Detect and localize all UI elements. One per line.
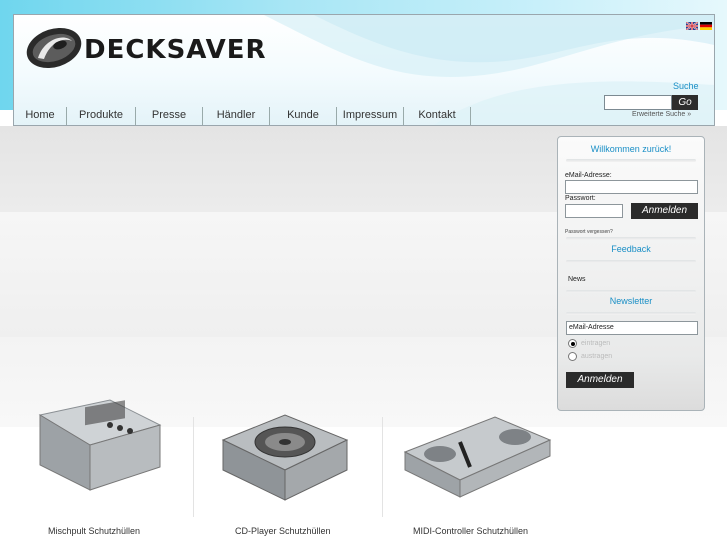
brand-name[interactable]: DECKSAVER: [84, 35, 267, 65]
product-divider: [193, 417, 194, 517]
divider: [566, 237, 696, 240]
newsletter-unsubscribe-label: austragen: [581, 353, 613, 360]
forgot-password-link[interactable]: Passwort vergessen?: [565, 229, 613, 235]
nav-home[interactable]: Home: [14, 107, 67, 125]
login-submit-button[interactable]: Anmelden: [631, 203, 698, 219]
newsletter-unsubscribe-radio[interactable]: [568, 352, 577, 361]
cdplayer-cover-image[interactable]: [215, 410, 355, 505]
login-title: Willkommen zurück!: [590, 144, 672, 154]
nav-impressum[interactable]: Impressum: [337, 107, 404, 125]
divider: [566, 260, 696, 263]
nav-kontakt[interactable]: Kontakt: [404, 107, 471, 125]
login-email-input[interactable]: [565, 180, 698, 194]
mixer-cover-image[interactable]: [30, 395, 170, 495]
newsletter-subscribe-radio[interactable]: [568, 339, 577, 348]
sidebar-panel: Willkommen zurück! eMail-Adresse: Passwo…: [557, 136, 705, 411]
newsletter-subscribe-label: eintragen: [581, 340, 611, 347]
divider: [566, 312, 696, 315]
nav-presse[interactable]: Presse: [136, 107, 203, 125]
product-divider: [382, 417, 383, 517]
newsletter-submit-button[interactable]: Anmelden: [566, 372, 634, 388]
product-label-mixer[interactable]: Mischpult Schutzhüllen: [48, 526, 140, 536]
nav-kunde[interactable]: Kunde: [270, 107, 337, 125]
search-input[interactable]: [604, 95, 672, 110]
main-nav: Home Produkte Presse Händler Kunde Impre…: [14, 107, 471, 125]
divider: [566, 159, 696, 162]
advanced-search-link[interactable]: Erweiterte Suche »: [632, 111, 691, 118]
news-link[interactable]: News: [568, 276, 586, 283]
newsletter-title: Newsletter: [609, 296, 653, 306]
feedback-title[interactable]: Feedback: [558, 244, 704, 254]
midi-controller-cover-image[interactable]: [400, 412, 555, 500]
nav-haendler[interactable]: Händler: [203, 107, 270, 125]
search-go-button[interactable]: Go: [672, 95, 698, 110]
newsletter-email-input[interactable]: eMail-Adresse: [566, 321, 698, 335]
login-email-label: eMail-Adresse:: [565, 172, 612, 179]
login-password-label: Passwort:: [565, 195, 596, 202]
login-password-input[interactable]: [565, 204, 623, 218]
decksaver-logo-icon[interactable]: [24, 25, 84, 71]
language-switcher: [686, 22, 712, 30]
nav-produkte[interactable]: Produkte: [67, 107, 136, 125]
product-label-cdplayer[interactable]: CD-Player Schutzhüllen: [235, 526, 331, 536]
german-flag-icon[interactable]: [700, 22, 712, 30]
site-header: DECKSAVER Suche Go Erweiterte Suche » Ho…: [13, 14, 715, 126]
divider: [566, 290, 696, 293]
search-label: Suche: [673, 81, 699, 91]
product-label-midi[interactable]: MIDI-Controller Schutzhüllen: [413, 526, 528, 536]
uk-flag-icon[interactable]: [686, 22, 698, 30]
